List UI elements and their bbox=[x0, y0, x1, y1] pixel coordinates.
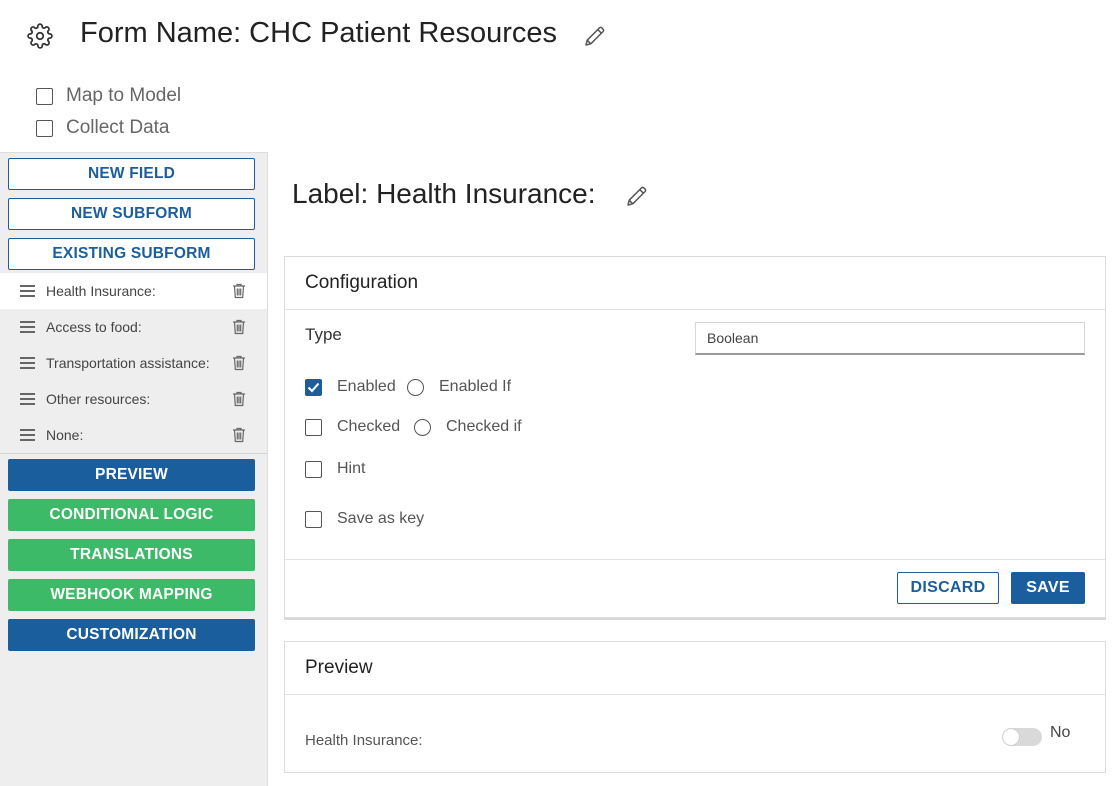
form-title: Form Name: CHC Patient Resources bbox=[80, 17, 558, 49]
enabled-if-radio[interactable]: Enabled If bbox=[407, 378, 511, 396]
check-icon bbox=[307, 382, 320, 392]
webhook-mapping-button[interactable]: WEBHOOK MAPPING bbox=[8, 579, 255, 611]
edit-pencil-icon[interactable] bbox=[625, 184, 649, 208]
customization-button[interactable]: CUSTOMIZATION bbox=[8, 619, 255, 651]
field-item-label: Health Insurance: bbox=[46, 283, 156, 299]
sidebar: NEW FIELD NEW SUBFORM EXISTING SUBFORM H… bbox=[0, 152, 268, 786]
save-as-key-checkbox[interactable]: Save as key bbox=[305, 510, 424, 528]
checked-if-radio[interactable]: Checked if bbox=[414, 418, 522, 436]
checked-label: Checked bbox=[337, 418, 401, 435]
drag-handle-icon[interactable] bbox=[20, 429, 35, 441]
enabled-label: Enabled bbox=[337, 378, 396, 395]
field-item-transportation-assistance[interactable]: Transportation assistance: bbox=[0, 345, 267, 381]
checkbox-box[interactable] bbox=[305, 510, 322, 528]
field-item-label: None: bbox=[46, 427, 84, 443]
new-field-button[interactable]: NEW FIELD bbox=[8, 158, 255, 190]
form-header: Form Name: CHC Patient Resources Map to … bbox=[0, 0, 1120, 152]
checkbox-box[interactable] bbox=[36, 119, 53, 137]
field-item-label: Other resources: bbox=[46, 391, 151, 407]
checked-checkbox[interactable]: Checked bbox=[305, 418, 400, 436]
field-item-label: Access to food: bbox=[46, 319, 142, 335]
field-list: Health Insurance: Access to food: Transp… bbox=[0, 273, 267, 454]
trash-icon[interactable] bbox=[232, 319, 246, 335]
checkbox-box[interactable] bbox=[305, 460, 322, 478]
new-subform-button[interactable]: NEW SUBFORM bbox=[8, 198, 255, 230]
map-to-model-checkbox[interactable]: Map to Model bbox=[36, 84, 181, 108]
field-item-other-resources[interactable]: Other resources: bbox=[0, 381, 267, 417]
hint-label: Hint bbox=[337, 460, 366, 477]
collect-data-label: Collect Data bbox=[66, 117, 170, 138]
checked-if-label: Checked if bbox=[446, 418, 522, 435]
field-item-label: Transportation assistance: bbox=[46, 355, 210, 371]
toggle-knob bbox=[1003, 729, 1019, 745]
preview-card: Preview Health Insurance: No bbox=[284, 641, 1106, 773]
field-label-title: Label: Health Insurance: bbox=[292, 178, 596, 209]
preview-field-label: Health Insurance: bbox=[305, 732, 423, 749]
drag-handle-icon[interactable] bbox=[20, 357, 35, 369]
type-select[interactable]: Boolean bbox=[695, 322, 1085, 355]
trash-icon[interactable] bbox=[232, 391, 246, 407]
radio-circle[interactable] bbox=[407, 378, 424, 396]
enabled-checkbox[interactable]: Enabled bbox=[305, 378, 396, 396]
configuration-footer: DISCARD SAVE bbox=[285, 559, 1105, 617]
radio-circle[interactable] bbox=[414, 418, 431, 436]
checkbox-box[interactable] bbox=[36, 87, 53, 105]
drag-handle-icon[interactable] bbox=[20, 393, 35, 405]
map-to-model-label: Map to Model bbox=[66, 85, 182, 106]
preview-toggle-switch[interactable] bbox=[1002, 728, 1042, 746]
translations-button[interactable]: TRANSLATIONS bbox=[8, 539, 255, 571]
save-as-key-label: Save as key bbox=[337, 510, 425, 527]
trash-icon[interactable] bbox=[232, 427, 246, 443]
configuration-card: Configuration Type Boolean Enabled Enabl… bbox=[284, 256, 1106, 618]
gear-icon[interactable] bbox=[27, 23, 53, 49]
drag-handle-icon[interactable] bbox=[20, 285, 35, 297]
checkbox-box[interactable] bbox=[305, 378, 322, 396]
field-item-access-to-food[interactable]: Access to food: bbox=[0, 309, 267, 345]
toggle-value-label: No bbox=[1050, 724, 1071, 741]
trash-icon[interactable] bbox=[232, 283, 246, 299]
field-item-none[interactable]: None: bbox=[0, 417, 267, 453]
preview-heading: Preview bbox=[285, 642, 1105, 695]
discard-button[interactable]: DISCARD bbox=[897, 572, 999, 604]
type-label: Type bbox=[305, 325, 342, 344]
field-item-health-insurance[interactable]: Health Insurance: bbox=[0, 273, 267, 309]
collect-data-checkbox[interactable]: Collect Data bbox=[36, 116, 170, 140]
preview-button[interactable]: PREVIEW bbox=[8, 459, 255, 491]
hint-checkbox[interactable]: Hint bbox=[305, 460, 365, 478]
enabled-if-label: Enabled If bbox=[439, 378, 512, 395]
checkbox-box[interactable] bbox=[305, 418, 322, 436]
edit-pencil-icon[interactable] bbox=[583, 24, 607, 48]
trash-icon[interactable] bbox=[232, 355, 246, 371]
drag-handle-icon[interactable] bbox=[20, 321, 35, 333]
configuration-heading: Configuration bbox=[285, 257, 1105, 310]
existing-subform-button[interactable]: EXISTING SUBFORM bbox=[8, 238, 255, 270]
conditional-logic-button[interactable]: CONDITIONAL LOGIC bbox=[8, 499, 255, 531]
save-button[interactable]: SAVE bbox=[1011, 572, 1085, 604]
